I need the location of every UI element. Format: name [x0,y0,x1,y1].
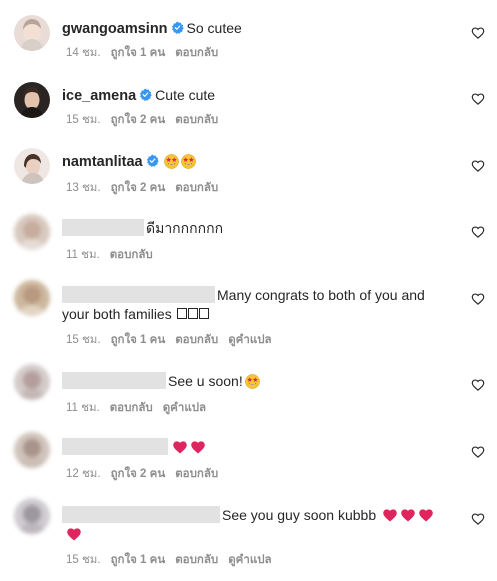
comment-text: See you guy soon kubbb [222,507,377,523]
comment-text-line: ดีมากกกกกก [62,219,223,237]
redacted-username [62,372,166,389]
comment-meta: 13 ชม. ถูกใจ 2 คน ตอบกลับ [66,179,228,197]
emoji-placeholder-icon [198,308,209,319]
reply-button[interactable]: ตอบกลับ [175,114,218,126]
comment-time: 11 ชม. [66,249,100,261]
reply-button[interactable]: ตอบกลับ [110,249,153,261]
verified-badge-icon [139,88,152,101]
verified-badge-icon [171,21,184,34]
heart-outline-icon[interactable] [471,26,485,40]
red-heart-emoji-icon [418,508,434,522]
emoji-placeholder-icon [187,308,198,319]
comment-text-line [62,438,206,456]
star-struck-emoji-icon [181,154,196,169]
avatar[interactable] [14,280,50,316]
comment-time: 13 ชม. [66,182,101,194]
comment-meta: 15 ชม. ถูกใจ 2 คน ตอบกลับ [66,111,228,129]
comment-text-line [66,525,82,543]
comment-time: 12 ชม. [66,468,101,480]
likes-count[interactable]: ถูกใจ 1 คน [111,334,166,346]
comment-text-line: See you guy soon kubbb [62,506,434,524]
comment-text-line: namtanlitaa [62,152,196,171]
likes-count[interactable]: ถูกใจ 1 คน [111,47,166,59]
reply-button[interactable]: ตอบกลับ [175,334,218,346]
heart-outline-icon[interactable] [471,445,485,459]
emoji-placeholder-icon [176,308,187,319]
red-heart-emoji-icon [400,508,416,522]
comment-text-line: ice_amena Cute cute [62,86,215,105]
comment-meta: 15 ชม. ถูกใจ 1 คน ตอบกลับ ดูคำแปล [66,551,282,569]
redacted-username [62,506,220,523]
heart-outline-icon[interactable] [471,92,485,106]
comment-time: 15 ชม. [66,334,101,346]
redacted-username [62,219,144,236]
comment-username[interactable]: namtanlitaa [62,154,143,170]
avatar[interactable] [14,432,50,468]
avatar[interactable] [14,498,50,534]
red-heart-emoji-icon [190,440,206,454]
comment-text: So cutee [186,20,242,36]
comment-text-line: See u soon! [62,372,260,390]
comment-time: 15 ชม. [66,114,101,126]
red-heart-emoji-icon [172,440,188,454]
avatar[interactable] [14,148,50,184]
star-struck-emoji-icon [245,374,260,389]
comment-meta: 15 ชม. ถูกใจ 1 คน ตอบกลับ ดูคำแปล [66,331,282,349]
avatar[interactable] [14,15,50,51]
reply-button[interactable]: ตอบกลับ [110,402,153,414]
star-struck-emoji-icon [164,154,179,169]
comment-text-line: your both families [62,305,209,323]
comment-username[interactable]: gwangoamsinn [62,21,168,37]
translate-button[interactable]: ดูคำแปล [228,554,271,566]
reply-button[interactable]: ตอบกลับ [175,182,218,194]
comment-text-line: gwangoamsinn So cutee [62,19,242,38]
comment-meta: 12 ชม. ถูกใจ 2 คน ตอบกลับ [66,465,228,483]
comment-time: 11 ชม. [66,402,100,414]
reply-button[interactable]: ตอบกลับ [175,47,218,59]
verified-badge-icon [146,154,159,167]
avatar[interactable] [14,364,50,400]
red-heart-emoji-icon [382,508,398,522]
reply-button[interactable]: ตอบกลับ [175,554,218,566]
heart-outline-icon[interactable] [471,512,485,526]
comment-meta: 11 ชม. ตอบกลับ ดูคำแปล [66,399,216,417]
comment-text-line: Many congrats to both of you and [62,286,425,304]
comment-username[interactable]: ice_amena [62,88,136,104]
likes-count[interactable]: ถูกใจ 2 คน [111,182,166,194]
likes-count[interactable]: ถูกใจ 1 คน [111,554,166,566]
heart-outline-icon[interactable] [471,159,485,173]
comment-text: See u soon! [168,373,243,389]
red-heart-emoji-icon [66,527,82,541]
redacted-username [62,286,215,303]
comment-text: ดีมากกกกกก [146,220,224,236]
comment-time: 15 ชม. [66,554,101,566]
likes-count[interactable]: ถูกใจ 2 คน [111,468,166,480]
avatar[interactable] [14,82,50,118]
heart-outline-icon[interactable] [471,292,485,306]
heart-outline-icon[interactable] [471,225,485,239]
comment-text: Many congrats to both of you and [217,287,425,303]
heart-outline-icon[interactable] [471,378,485,392]
translate-button[interactable]: ดูคำแปล [228,334,271,346]
comment-meta: 14 ชม. ถูกใจ 1 คน ตอบกลับ [66,44,228,62]
translate-button[interactable]: ดูคำแปล [163,402,206,414]
comment-text: your both families [62,306,172,322]
reply-button[interactable]: ตอบกลับ [175,468,218,480]
comment-time: 14 ชม. [66,47,101,59]
likes-count[interactable]: ถูกใจ 2 คน [111,114,166,126]
comment-meta: 11 ชม. ตอบกลับ [66,246,163,264]
comment-text: Cute cute [155,87,216,103]
redacted-username [62,438,168,455]
avatar[interactable] [14,214,50,250]
